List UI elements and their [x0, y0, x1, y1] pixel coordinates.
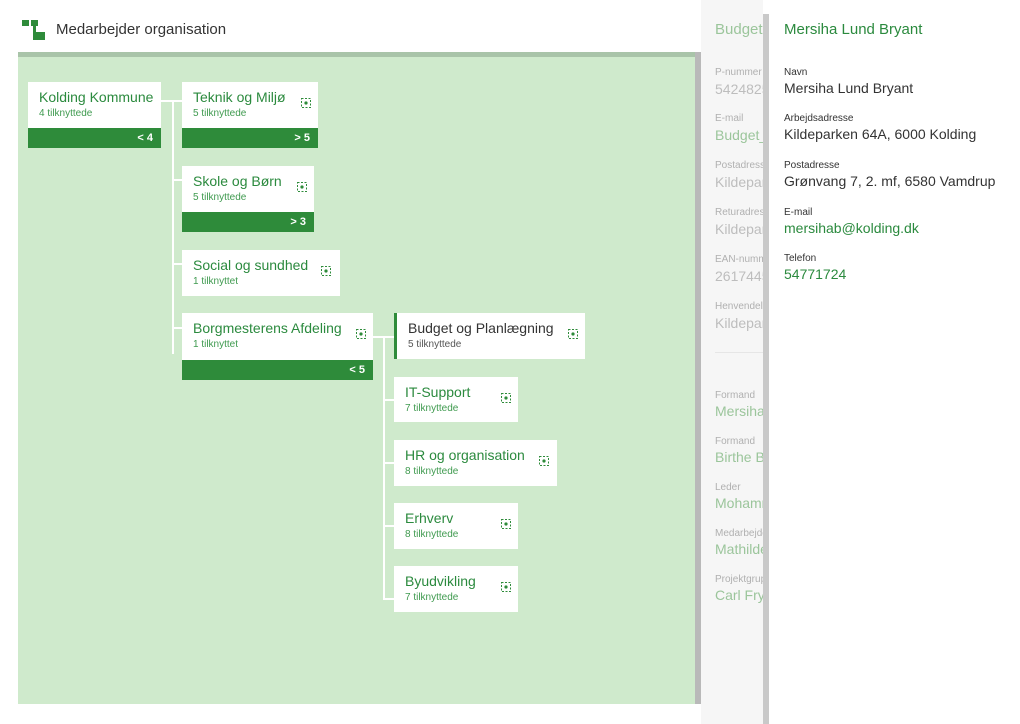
org-node-skole-og-born[interactable]: Skole og Børn 5 tilknyttede: [182, 166, 314, 212]
email-link[interactable]: Budget_og: [715, 127, 763, 143]
field-value: 2617445: [715, 268, 763, 284]
field-label: E-mail: [784, 207, 813, 218]
focus-icon[interactable]: [568, 329, 578, 339]
connector-line: [172, 327, 182, 329]
org-node-social-og-sundhed[interactable]: Social og sundhed 1 tilknyttet: [182, 250, 340, 296]
org-node-name: Social og sundhed: [193, 257, 309, 273]
field-label: Arbejdsadresse: [784, 113, 854, 124]
field-value: Kildeparken: [715, 174, 763, 190]
focus-icon[interactable]: [539, 456, 549, 466]
expand-toggle-button[interactable]: > 5: [182, 128, 318, 148]
org-node-name: IT-Support: [405, 384, 471, 400]
org-node-name: HR og organisation: [405, 447, 525, 463]
field-label: Henvendelse: [715, 301, 763, 312]
focus-icon[interactable]: [297, 182, 307, 192]
field-value: Grønvang 7, 2. mf, 6580 Vamdrup: [784, 173, 996, 189]
field-label: Navn: [784, 67, 808, 78]
expand-toggle-button[interactable]: > 3: [182, 212, 314, 232]
org-node-count: 5 tilknyttede: [193, 192, 247, 203]
phone-link[interactable]: 54771724: [784, 266, 846, 282]
org-node-borgmesterens-afdeling[interactable]: Borgmesterens Afdeling 1 tilknyttet: [182, 313, 373, 360]
role-label: Medarbejder: [715, 528, 763, 539]
org-node-teknik-og-miljo[interactable]: Teknik og Miljø 5 tilknyttede: [182, 82, 318, 128]
org-node-byudvikling[interactable]: Byudvikling 7 tilknyttede: [394, 566, 518, 612]
field-value: 5424825: [715, 81, 763, 97]
field-value: Kildeparken: [715, 315, 763, 331]
app-title: Medarbejder organisation: [56, 21, 227, 38]
role-label: Formand: [715, 436, 756, 447]
field-value: Kildeparken 64A, 6000 Kolding: [784, 126, 977, 142]
panel-divider: [715, 352, 763, 353]
org-node-budget-og-planlaegning[interactable]: Budget og Planlægning 5 tilknyttede: [394, 313, 585, 359]
person-link[interactable]: Mersiha L: [715, 403, 763, 419]
connector-line: [172, 179, 182, 181]
collapse-toggle-button[interactable]: < 5: [182, 360, 373, 380]
org-chart-canvas[interactable]: Kolding Kommune 4 tilknyttede < 4 Teknik…: [18, 57, 695, 704]
role-label: Leder: [715, 482, 741, 493]
focus-icon[interactable]: [301, 98, 311, 108]
person-details-panel: Mersiha Lund Bryant Navn Mersiha Lund Br…: [769, 0, 1020, 724]
org-node-count: 5 tilknyttede: [193, 108, 247, 119]
org-node-count: 5 tilknyttede: [408, 339, 462, 350]
org-node-name: Kolding Kommune: [39, 89, 154, 105]
role-label: Formand: [715, 390, 756, 401]
org-node-it-support[interactable]: IT-Support 7 tilknyttede: [394, 377, 518, 422]
person-link[interactable]: Birthe Bj: [715, 449, 763, 465]
org-node-name: Byudvikling: [405, 573, 476, 589]
org-node-count: 1 tilknyttet: [193, 339, 239, 350]
org-node-erhverv[interactable]: Erhverv 8 tilknyttede: [394, 503, 518, 549]
person-link[interactable]: Carl Fryd: [715, 587, 763, 603]
field-value: Kildeparken: [715, 221, 763, 237]
field-label: Postadresse: [784, 160, 840, 171]
focus-icon[interactable]: [321, 266, 331, 276]
org-node-count: 7 tilknyttede: [405, 592, 459, 603]
field-label: E-mail: [715, 113, 744, 124]
field-label: Telefon: [784, 253, 817, 264]
person-link[interactable]: Mohamm: [715, 495, 763, 511]
org-node-name: Budget og Planlægning: [408, 320, 554, 336]
focus-icon[interactable]: [501, 393, 511, 403]
org-logo-icon: [22, 20, 45, 40]
field-value: Mersiha Lund Bryant: [784, 80, 914, 96]
org-node-count: 8 tilknyttede: [405, 529, 459, 540]
org-node-hr-og-organisation[interactable]: HR og organisation 8 tilknyttede: [394, 440, 557, 486]
connector-line: [172, 100, 174, 354]
person-title: Mersiha Lund Bryant: [784, 21, 923, 38]
field-label: Returadresse: [715, 207, 763, 218]
field-label: Postadresse: [715, 160, 763, 171]
focus-icon[interactable]: [501, 519, 511, 529]
focus-icon[interactable]: [356, 329, 366, 339]
connector-line: [383, 525, 394, 527]
focus-icon[interactable]: [501, 582, 511, 592]
connector-line: [383, 462, 394, 464]
collapse-toggle-button[interactable]: < 4: [28, 128, 161, 148]
org-node-kolding-kommune[interactable]: Kolding Kommune 4 tilknyttede: [28, 82, 161, 128]
email-link[interactable]: mersihab@kolding.dk: [784, 220, 919, 236]
org-node-count: 8 tilknyttede: [405, 466, 459, 477]
org-node-count: 7 tilknyttede: [405, 403, 459, 414]
org-node-name: Borgmesterens Afdeling: [193, 320, 342, 336]
connector-line: [172, 263, 182, 265]
org-node-count: 1 tilknyttet: [193, 276, 239, 287]
field-label: P-nummer: [715, 67, 762, 78]
role-label: Projektgruppe: [715, 574, 763, 585]
field-label: EAN-nummer: [715, 254, 763, 265]
person-link[interactable]: Mathilde: [715, 541, 763, 557]
org-node-name: Teknik og Miljø: [193, 89, 286, 105]
org-node-count: 4 tilknyttede: [39, 108, 93, 119]
connector-line: [383, 598, 394, 600]
org-node-name: Erhverv: [405, 510, 454, 526]
unit-details-panel: Budget og Planlægning P-nummer 5424825 E…: [701, 0, 763, 724]
connector-line: [383, 336, 385, 600]
org-node-name: Skole og Børn: [193, 173, 282, 189]
connector-line: [383, 399, 394, 401]
unit-title: Budget og Planlægning: [715, 21, 763, 38]
